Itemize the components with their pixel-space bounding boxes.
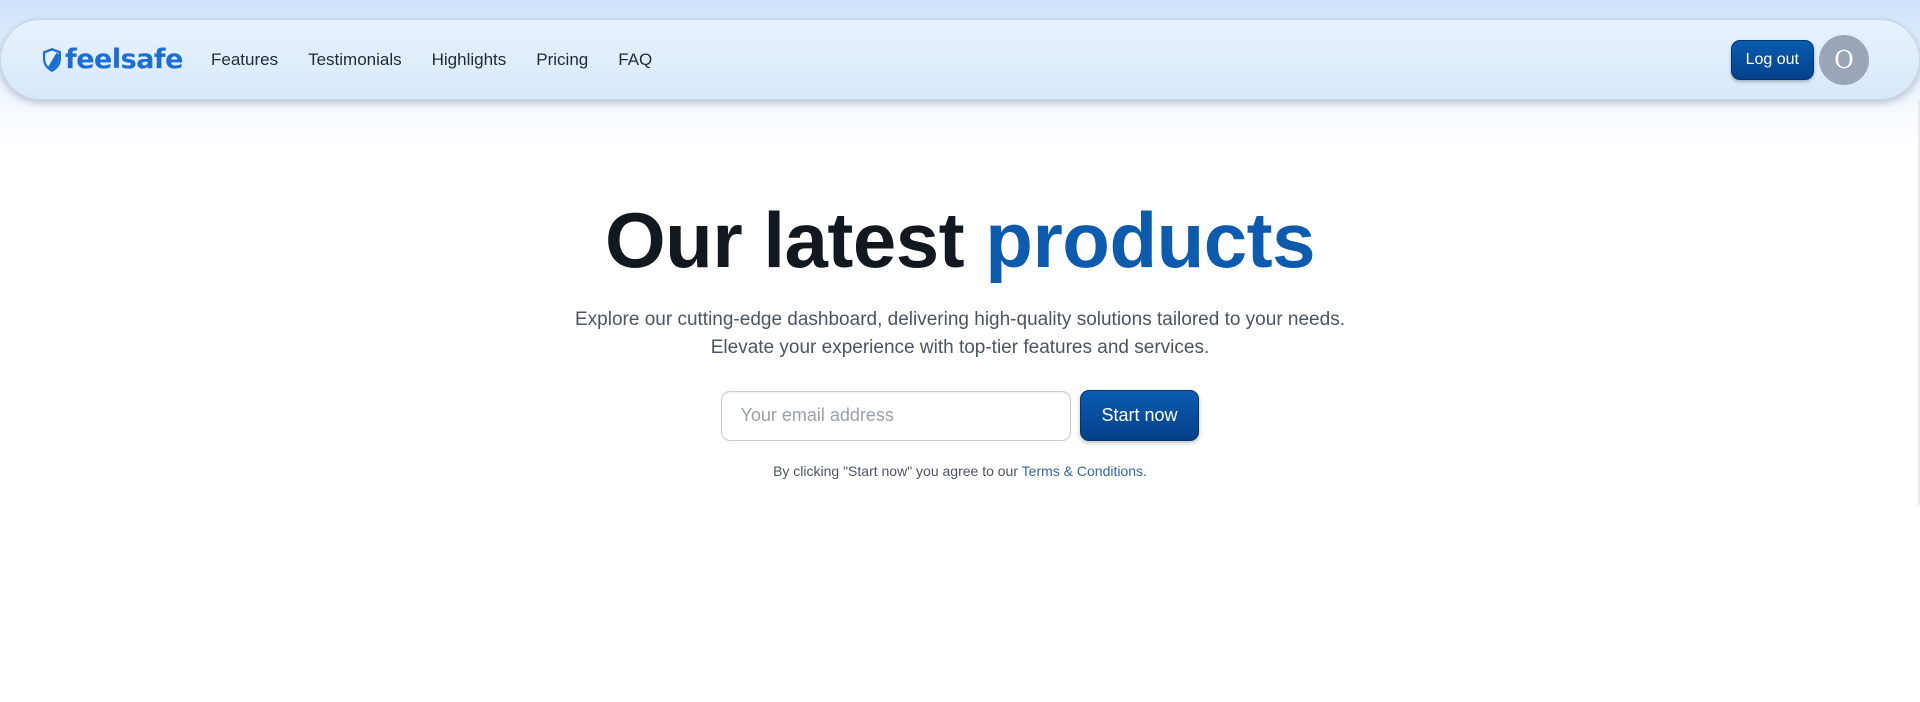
nav-actions: Log out O bbox=[1730, 34, 1869, 85]
hero-title-accent: products bbox=[985, 196, 1315, 284]
logout-button[interactable]: Log out bbox=[1730, 39, 1814, 80]
navbar: feelsafe Features Testimonials Highlight… bbox=[0, 19, 1920, 100]
terms-prefix: By clicking "Start now" you agree to our bbox=[773, 463, 1022, 479]
nav-link-testimonials[interactable]: Testimonials bbox=[308, 50, 402, 70]
terms-suffix: . bbox=[1143, 463, 1147, 479]
nav-link-highlights[interactable]: Highlights bbox=[432, 50, 507, 70]
hero-title: Our latest products bbox=[0, 190, 1920, 290]
hero-section: Our latest products Explore our cutting-… bbox=[0, 190, 1920, 479]
hero-subtitle-line-2: Elevate your experience with top-tier fe… bbox=[710, 337, 1210, 358]
nav-link-faq[interactable]: FAQ bbox=[618, 50, 652, 70]
hero-title-main: Our latest bbox=[605, 196, 986, 284]
signup-form: Start now bbox=[0, 390, 1920, 441]
terms-notice: By clicking "Start now" you agree to our… bbox=[0, 463, 1920, 479]
nav-link-features[interactable]: Features bbox=[211, 50, 278, 70]
nav-link-pricing[interactable]: Pricing bbox=[536, 50, 588, 70]
terms-link[interactable]: Terms & Conditions bbox=[1022, 463, 1143, 479]
brand-name: feelsafe bbox=[65, 44, 183, 75]
page: feelsafe Features Testimonials Highlight… bbox=[0, 0, 1920, 702]
hero-subtitle: Explore our cutting-edge dashboard, deli… bbox=[0, 306, 1920, 362]
avatar[interactable]: O bbox=[1819, 34, 1869, 85]
email-input[interactable] bbox=[721, 390, 1072, 441]
brand-logo[interactable]: feelsafe bbox=[41, 44, 183, 75]
shield-icon bbox=[41, 47, 63, 73]
start-now-button[interactable]: Start now bbox=[1080, 390, 1199, 441]
nav-links: Features Testimonials Highlights Pricing… bbox=[211, 50, 652, 70]
hero-subtitle-line-1: Explore our cutting-edge dashboard, deli… bbox=[575, 309, 1345, 330]
